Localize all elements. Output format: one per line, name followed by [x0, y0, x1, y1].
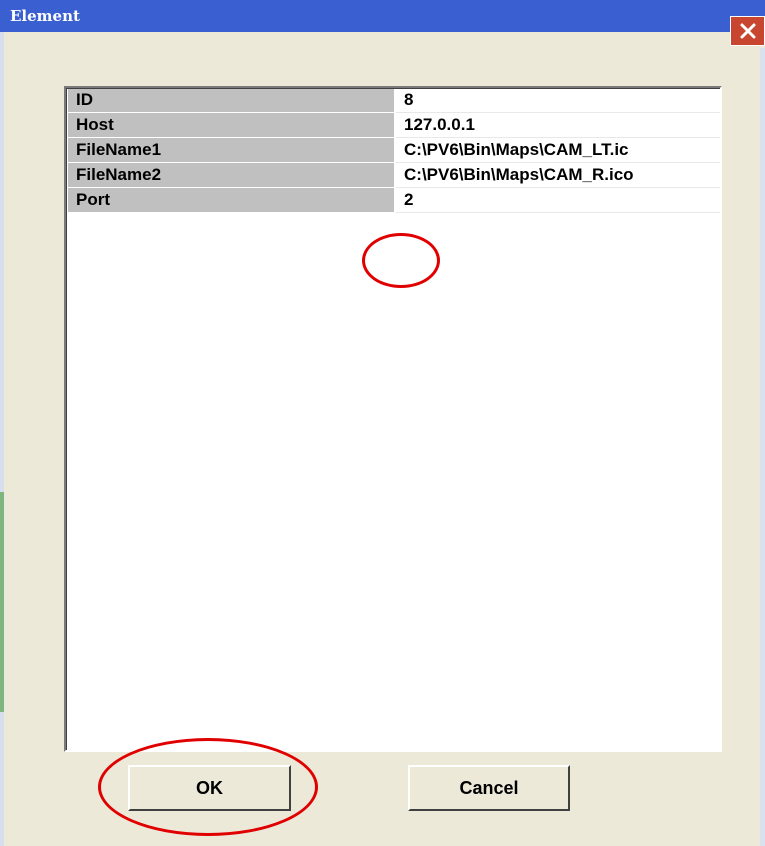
cancel-button[interactable]: Cancel [408, 765, 570, 811]
window-title: Element [10, 7, 80, 25]
close-icon [740, 23, 755, 39]
property-key: Host [68, 113, 396, 138]
ok-button[interactable]: OK [128, 765, 291, 811]
property-list[interactable]: ID 8 Host 127.0.0.1 FileName1 C:\PV6\Bin… [64, 86, 722, 752]
property-row-port[interactable]: Port 2 [68, 188, 720, 213]
close-button[interactable] [730, 16, 765, 46]
left-window-edge [0, 32, 4, 846]
right-window-edge [760, 48, 765, 846]
property-value[interactable]: 8 [396, 88, 720, 113]
property-value[interactable]: 127.0.0.1 [396, 113, 720, 138]
property-value[interactable]: C:\PV6\Bin\Maps\CAM_LT.ic [396, 138, 720, 163]
property-row-host[interactable]: Host 127.0.0.1 [68, 113, 720, 138]
property-row-filename1[interactable]: FileName1 C:\PV6\Bin\Maps\CAM_LT.ic [68, 138, 720, 163]
property-key: FileName2 [68, 163, 396, 188]
title-bar[interactable]: Element [0, 0, 765, 32]
property-key: FileName1 [68, 138, 396, 163]
property-value[interactable]: C:\PV6\Bin\Maps\CAM_R.ico [396, 163, 720, 188]
property-value[interactable]: 2 [396, 188, 720, 213]
element-dialog: Element ID 8 Host 127.0.0.1 FileName1 C:… [0, 0, 765, 846]
property-row-id[interactable]: ID 8 [68, 88, 720, 113]
property-row-filename2[interactable]: FileName2 C:\PV6\Bin\Maps\CAM_R.ico [68, 163, 720, 188]
property-key: Port [68, 188, 396, 213]
property-key: ID [68, 88, 396, 113]
